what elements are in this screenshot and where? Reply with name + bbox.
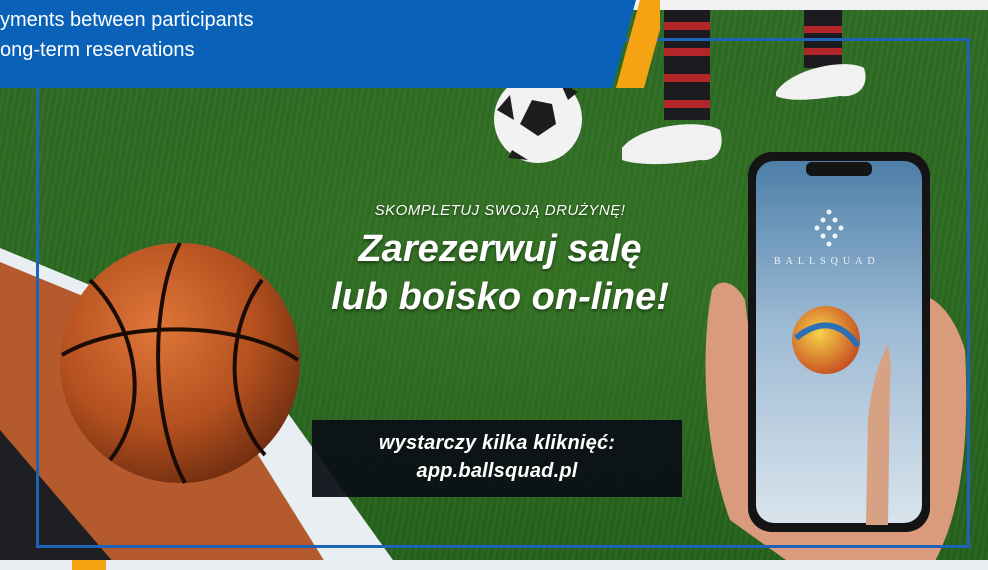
ad-headline-line1: Zarezerwuj salę [358, 228, 642, 270]
ad-headline-line2: lub boisko on-line! [331, 276, 669, 318]
feature-banner-text: yments between participants ong-term res… [0, 5, 253, 65]
banner-line1: yments between participants [0, 9, 254, 31]
bottom-accent [72, 560, 106, 570]
ad-cta-line1: wystarczy kilka kliknięć: [378, 432, 616, 454]
basketball-icon [60, 242, 300, 484]
ad-kicker: SKOMPLETUJ SWOJĄ DRUŻYNĘ! [374, 202, 626, 219]
ad-headline: SKOMPLETUJ SWOJĄ DRUŻYNĘ! Zarezerwuj sal… [300, 202, 700, 321]
ad-cta-box: wystarczy kilka kliknięć: app.ballsquad.… [312, 420, 682, 497]
ballsquad-brand: BALLSQUAD [774, 256, 880, 267]
ad-cta-url: app.ballsquad.pl [416, 460, 578, 482]
banner-line2: ong-term reservations [0, 39, 195, 61]
bottom-strip [0, 560, 988, 570]
soccer-ball-icon [494, 75, 582, 163]
phone-in-hand [705, 152, 967, 570]
